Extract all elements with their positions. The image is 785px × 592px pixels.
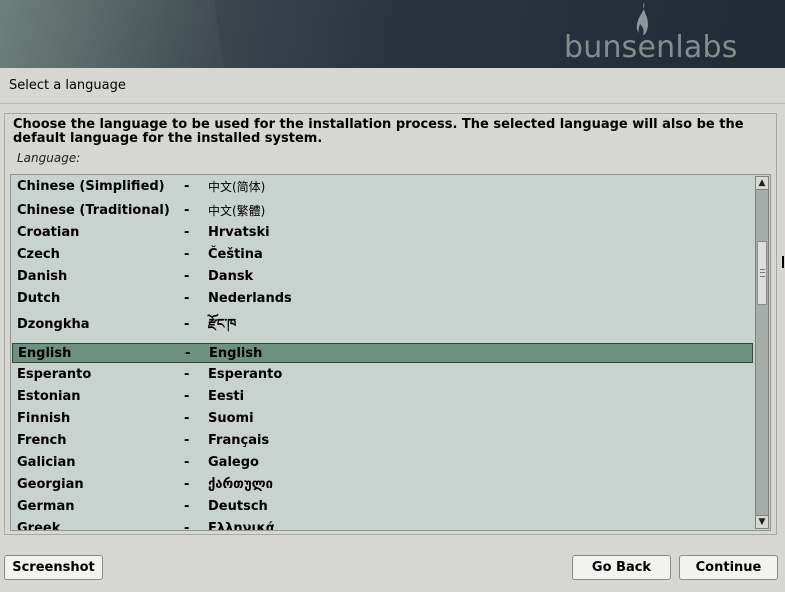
language-option[interactable]: Estonian - Eesti — [12, 387, 753, 407]
language-field-label: Language: — [17, 151, 81, 165]
language-native-name: Eesti — [208, 389, 245, 404]
language-separator: - — [184, 225, 190, 240]
language-native-name: Deutsch — [208, 499, 268, 514]
language-native-name: Français — [208, 433, 270, 448]
banner-streak — [0, 0, 230, 68]
language-name: Dutch — [17, 291, 61, 306]
language-native-name: ქართული — [208, 477, 273, 492]
language-option[interactable]: Czech - Čeština — [12, 245, 753, 265]
language-native-name: Dansk — [208, 269, 254, 284]
language-separator: - — [184, 317, 190, 332]
language-name: Czech — [17, 247, 60, 262]
language-separator: - — [184, 269, 190, 284]
language-separator: - — [184, 247, 190, 262]
language-option[interactable]: Finnish - Suomi — [12, 409, 753, 429]
language-option[interactable]: French - Français — [12, 431, 753, 451]
language-separator: - — [184, 367, 190, 382]
language-name: Esperanto — [17, 367, 92, 382]
language-native-name: Ελληνικά — [208, 521, 275, 531]
language-name: German — [17, 499, 75, 514]
language-native-name: Suomi — [208, 411, 254, 426]
title-divider — [0, 103, 785, 104]
language-native-name: རྫོང་ཁ — [208, 317, 237, 332]
language-option[interactable]: English - English — [12, 343, 753, 363]
language-option[interactable]: Dutch - Nederlands — [12, 289, 753, 309]
language-name: Finnish — [17, 411, 71, 426]
language-option[interactable]: Danish - Dansk — [12, 267, 753, 287]
language-option[interactable]: Galician - Galego — [12, 453, 753, 473]
language-name: Chinese (Traditional) — [17, 203, 170, 218]
language-option[interactable]: German - Deutsch — [12, 497, 753, 517]
language-separator: - — [184, 477, 190, 492]
language-separator: - — [184, 179, 190, 194]
brand-logo-text: bunsenlabs — [564, 30, 738, 65]
language-native-name: Čeština — [208, 247, 263, 262]
language-separator: - — [184, 411, 190, 426]
language-separator: - — [184, 521, 190, 531]
language-option[interactable]: Esperanto - Esperanto — [12, 365, 753, 385]
scroll-up-icon[interactable]: ▲ — [755, 176, 769, 190]
language-native-name: Galego — [208, 455, 259, 470]
language-option[interactable]: Chinese (Traditional) - 中文(繁體) — [12, 201, 753, 221]
language-separator: - — [184, 455, 190, 470]
grip-icon — [760, 269, 765, 277]
language-native-name: 中文(繁體) — [208, 204, 266, 218]
language-listbox[interactable]: Chinese (Simplified) - 中文(简体) Chinese (Trad… — [10, 174, 771, 531]
scroll-down-icon[interactable]: ▼ — [755, 515, 769, 529]
instructions-text: Choose the language to be used for the i… — [13, 117, 744, 146]
installer-banner: bunsenlabs — [0, 0, 785, 68]
language-option[interactable]: Chinese (Simplified) - 中文(简体) — [12, 177, 753, 197]
language-separator: - — [184, 203, 190, 218]
list-scrollbar[interactable]: ▲ ▼ — [755, 176, 769, 529]
language-option[interactable]: Georgian - ქართული — [12, 475, 753, 495]
language-separator: - — [184, 291, 190, 306]
go-back-button[interactable]: Go Back — [572, 555, 671, 580]
language-name: French — [17, 433, 67, 448]
language-name: Georgian — [17, 477, 84, 492]
language-name: English — [18, 346, 72, 361]
language-name: Croatian — [17, 225, 80, 240]
language-name: Dzongkha — [17, 317, 90, 332]
language-option[interactable]: Croatian - Hrvatski — [12, 223, 753, 243]
continue-button[interactable]: Continue — [679, 555, 778, 580]
language-native-name: English — [209, 346, 263, 361]
language-option[interactable]: Dzongkha - རྫོང་ཁ — [12, 315, 753, 335]
language-native-name: Hrvatski — [208, 225, 270, 240]
language-name: Galician — [17, 455, 76, 470]
language-separator: - — [184, 433, 190, 448]
language-name: Chinese (Simplified) — [17, 179, 165, 194]
language-separator: - — [184, 499, 190, 514]
screenshot-button[interactable]: Screenshot — [4, 555, 103, 580]
language-native-name: Nederlands — [208, 291, 292, 306]
language-option[interactable]: Greek - Ελληνικά — [12, 519, 753, 531]
language-separator: - — [185, 346, 191, 361]
language-name: Estonian — [17, 389, 81, 404]
page-title: Select a language — [9, 78, 126, 93]
scrollbar-thumb[interactable] — [757, 241, 767, 305]
language-name: Greek — [17, 521, 61, 531]
language-native-name: Esperanto — [208, 367, 283, 382]
language-separator: - — [184, 389, 190, 404]
language-native-name: 中文(简体) — [208, 180, 266, 194]
language-name: Danish — [17, 269, 68, 284]
